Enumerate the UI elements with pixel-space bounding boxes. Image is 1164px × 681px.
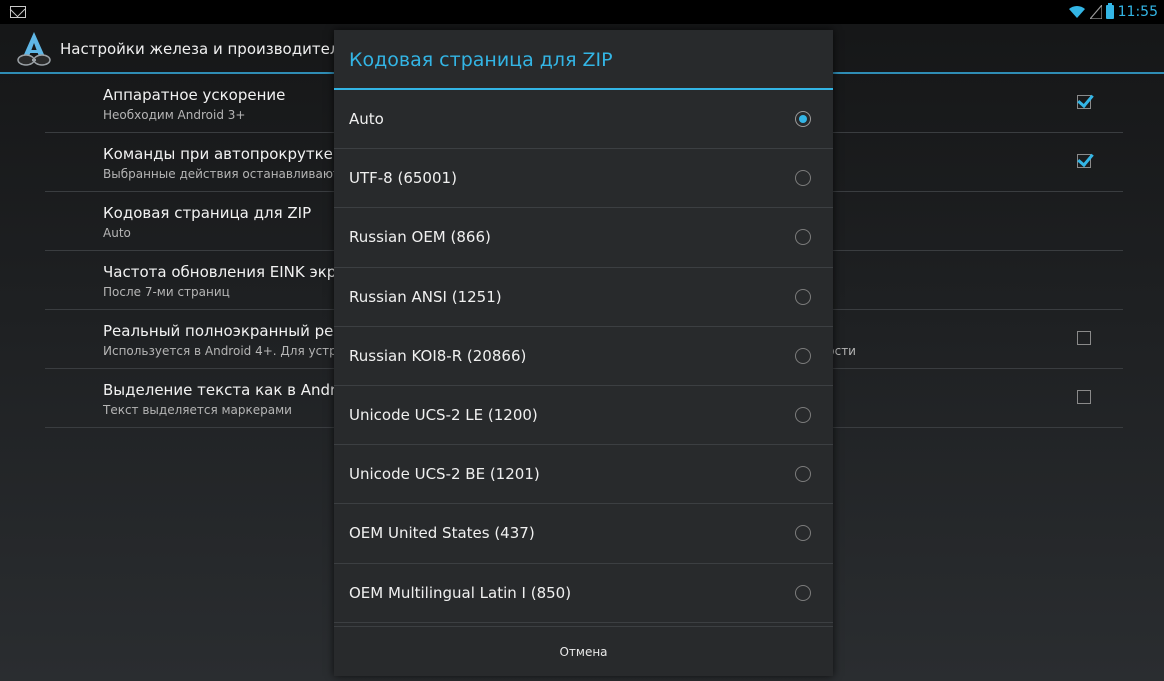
option-oem-latin1[interactable]: OEM Multilingual Latin I (850) [334, 564, 833, 623]
option-ucs2-be[interactable]: Unicode UCS-2 BE (1201) [334, 445, 833, 505]
option-label: OEM Multilingual Latin I (850) [349, 583, 572, 602]
option-label: UTF-8 (65001) [349, 169, 457, 188]
option-ucs2-le[interactable]: Unicode UCS-2 LE (1200) [334, 386, 833, 446]
signal-icon [1089, 5, 1102, 19]
option-russian-ansi[interactable]: Russian ANSI (1251) [334, 268, 833, 327]
radio-icon[interactable] [795, 347, 811, 364]
option-auto[interactable]: Auto [334, 90, 833, 150]
radio-selected-icon[interactable] [795, 111, 811, 127]
option-utf8[interactable]: UTF-8 (65001) [334, 149, 833, 209]
clock: 11:55 [1117, 4, 1158, 20]
radio-icon[interactable] [795, 229, 811, 246]
codepage-dialog: Кодовая страница для ZIP Auto UTF-8 (650… [334, 30, 833, 676]
option-russian-koi8r[interactable]: Russian KOI8-R (20866) [334, 327, 833, 386]
dialog-title: Кодовая страница для ZIP [349, 49, 613, 71]
status-icons: 11:55 [1068, 3, 1158, 21]
radio-icon[interactable] [795, 466, 811, 483]
battery-icon [1105, 3, 1114, 19]
radio-icon[interactable] [795, 525, 811, 542]
status-bar: 11:55 [0, 0, 1164, 24]
mail-icon [10, 6, 26, 18]
radio-icon[interactable] [795, 584, 811, 601]
option-label: Unicode UCS-2 LE (1200) [349, 405, 538, 424]
option-label: Russian ANSI (1251) [349, 287, 502, 306]
option-russian-oem[interactable]: Russian OEM (866) [334, 208, 833, 268]
codepage-options: Auto UTF-8 (65001) Russian OEM (866) Rus… [334, 90, 833, 623]
option-label: Auto [349, 110, 384, 128]
radio-icon[interactable] [795, 406, 811, 423]
option-label: OEM United States (437) [349, 524, 535, 543]
option-label: Russian OEM (866) [349, 228, 491, 247]
radio-icon[interactable] [795, 170, 811, 187]
cancel-button[interactable]: Отмена [334, 627, 833, 676]
option-label: Russian KOI8-R (20866) [349, 346, 527, 365]
option-oem-us[interactable]: OEM United States (437) [334, 504, 833, 564]
option-label: Unicode UCS-2 BE (1201) [349, 465, 540, 484]
wifi-icon [1068, 5, 1085, 18]
radio-icon[interactable] [795, 288, 811, 305]
